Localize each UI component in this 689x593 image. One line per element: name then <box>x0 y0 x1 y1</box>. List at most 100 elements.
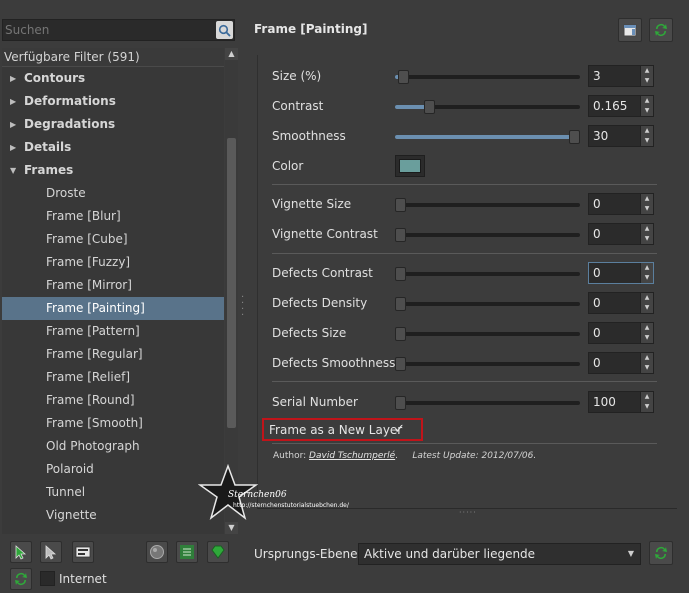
tree-scrollbar[interactable]: ▲ ▼ <box>225 48 238 534</box>
color-picker-button[interactable] <box>395 155 425 177</box>
refresh-button[interactable] <box>649 541 673 565</box>
param-spinbox[interactable]: 30 ▲ ▼ <box>588 125 654 147</box>
collapsed-arrow-icon[interactable]: ▶ <box>10 136 16 159</box>
tree-category[interactable]: ▶ Deformations <box>2 90 224 113</box>
spin-down-icon[interactable]: ▼ <box>641 333 653 343</box>
filter-tree[interactable]: Verfügbare Filter (591) ▶ Contours ▶ Deform… <box>2 48 224 534</box>
tree-item[interactable]: Frame [Cube] <box>2 228 224 251</box>
tree-item[interactable]: Frame [Fuzzy] <box>2 251 224 274</box>
param-value[interactable]: 3 <box>593 69 601 83</box>
spin-down-icon[interactable]: ▼ <box>641 234 653 244</box>
spin-down-icon[interactable]: ▼ <box>641 106 653 116</box>
preview-mode-button[interactable] <box>146 541 168 563</box>
collapsed-arrow-icon[interactable]: ▶ <box>10 113 16 136</box>
param-value[interactable]: 30 <box>593 129 608 143</box>
param-spinbox[interactable]: 0 ▲ ▼ <box>588 262 654 284</box>
param-spinbox[interactable]: 0 ▲ ▼ <box>588 193 654 215</box>
param-slider[interactable] <box>395 297 580 311</box>
spin-up-icon[interactable]: ▲ <box>641 353 653 363</box>
tree-category[interactable]: ▼ Frames <box>2 159 224 182</box>
new-layer-checkbox[interactable]: ✓ <box>394 422 405 437</box>
spin-buttons[interactable]: ▲ ▼ <box>640 392 653 412</box>
slider-handle[interactable] <box>395 327 406 341</box>
spin-up-icon[interactable]: ▲ <box>641 194 653 204</box>
tree-item[interactable]: Frame [Relief] <box>2 366 224 389</box>
input-layers-select[interactable]: Aktive und darüber liegende ▼ <box>358 543 641 565</box>
spin-down-icon[interactable]: ▼ <box>641 273 653 283</box>
tree-item[interactable]: Frame [Round] <box>2 389 224 412</box>
param-slider[interactable] <box>395 100 580 114</box>
tree-item[interactable]: Vignette <box>2 504 224 527</box>
param-spinbox[interactable]: 0.165 ▲ ▼ <box>588 95 654 117</box>
new-layer-option[interactable]: Frame as a New Layer ✓ <box>262 418 423 441</box>
tree-category[interactable]: ▶ Contours <box>2 67 224 90</box>
param-slider[interactable] <box>395 228 580 242</box>
param-spinbox[interactable]: 3 ▲ ▼ <box>588 65 654 87</box>
spin-up-icon[interactable]: ▲ <box>641 126 653 136</box>
spin-up-icon[interactable]: ▲ <box>641 392 653 402</box>
param-slider[interactable] <box>395 198 580 212</box>
search-input[interactable] <box>5 22 213 38</box>
expanded-arrow-icon[interactable]: ▼ <box>10 159 16 182</box>
slider-handle[interactable] <box>569 130 580 144</box>
scroll-up-icon[interactable]: ▲ <box>225 48 238 60</box>
spin-down-icon[interactable]: ▼ <box>641 204 653 214</box>
param-value[interactable]: 0 <box>593 266 601 280</box>
slider-handle[interactable] <box>395 198 406 212</box>
spin-up-icon[interactable]: ▲ <box>641 224 653 234</box>
spin-down-icon[interactable]: ▼ <box>641 402 653 412</box>
spin-buttons[interactable]: ▲ ▼ <box>640 194 653 214</box>
update-filters-button[interactable] <box>10 568 32 590</box>
spin-up-icon[interactable]: ▲ <box>641 263 653 273</box>
spin-buttons[interactable]: ▲ ▼ <box>640 224 653 244</box>
tree-item[interactable]: Frame [Regular] <box>2 343 224 366</box>
scroll-thumb[interactable] <box>227 138 236 428</box>
param-spinbox[interactable]: 100 ▲ ▼ <box>588 391 654 413</box>
tree-category[interactable]: ▶ Degradations <box>2 113 224 136</box>
slider-handle[interactable] <box>395 396 406 410</box>
tree-item[interactable]: Frame [Painting] <box>2 297 224 320</box>
spin-up-icon[interactable]: ▲ <box>641 293 653 303</box>
param-slider[interactable] <box>395 70 580 84</box>
param-value[interactable]: 0 <box>593 326 601 340</box>
param-value[interactable]: 0 <box>593 356 601 370</box>
tree-category[interactable]: ▶ Details <box>2 136 224 159</box>
spin-up-icon[interactable]: ▲ <box>641 96 653 106</box>
author-link[interactable]: David Tschumperlé <box>309 451 395 461</box>
slider-handle[interactable] <box>395 297 406 311</box>
param-spinbox[interactable]: 0 ▲ ▼ <box>588 322 654 344</box>
tree-item[interactable]: Old Photograph <box>2 435 224 458</box>
slider-handle[interactable] <box>423 100 435 114</box>
collapsed-arrow-icon[interactable]: ▶ <box>10 90 16 113</box>
param-slider[interactable] <box>395 396 580 410</box>
expand-collapse-button[interactable] <box>176 541 198 563</box>
remove-favorite-button[interactable] <box>40 541 62 563</box>
spin-buttons[interactable]: ▲ ▼ <box>640 96 653 116</box>
slider-handle[interactable] <box>395 357 406 371</box>
tree-item[interactable]: Frame [Mirror] <box>2 274 224 297</box>
output-window-button[interactable] <box>618 18 642 42</box>
param-value[interactable]: 0 <box>593 227 601 241</box>
spin-buttons[interactable]: ▲ ▼ <box>640 323 653 343</box>
slider-handle[interactable] <box>398 70 410 84</box>
spin-buttons[interactable]: ▲ ▼ <box>640 263 653 283</box>
spin-down-icon[interactable]: ▼ <box>641 76 653 86</box>
add-favorite-button[interactable] <box>10 541 32 563</box>
param-slider[interactable] <box>395 267 580 281</box>
rename-button[interactable] <box>72 541 94 563</box>
spin-down-icon[interactable]: ▼ <box>641 303 653 313</box>
param-value[interactable]: 0.165 <box>593 99 627 113</box>
param-spinbox[interactable]: 0 ▲ ▼ <box>588 352 654 374</box>
favorite-star-button[interactable] <box>207 541 229 563</box>
param-value[interactable]: 0 <box>593 197 601 211</box>
slider-handle[interactable] <box>395 267 406 281</box>
param-spinbox[interactable]: 0 ▲ ▼ <box>588 223 654 245</box>
spin-up-icon[interactable]: ▲ <box>641 323 653 333</box>
spin-down-icon[interactable]: ▼ <box>641 136 653 146</box>
reset-parameters-button[interactable] <box>649 18 673 42</box>
spin-buttons[interactable]: ▲ ▼ <box>640 66 653 86</box>
slider-handle[interactable] <box>395 228 406 242</box>
spin-buttons[interactable]: ▲ ▼ <box>640 353 653 373</box>
collapsed-arrow-icon[interactable]: ▶ <box>10 67 16 90</box>
param-value[interactable]: 0 <box>593 296 601 310</box>
